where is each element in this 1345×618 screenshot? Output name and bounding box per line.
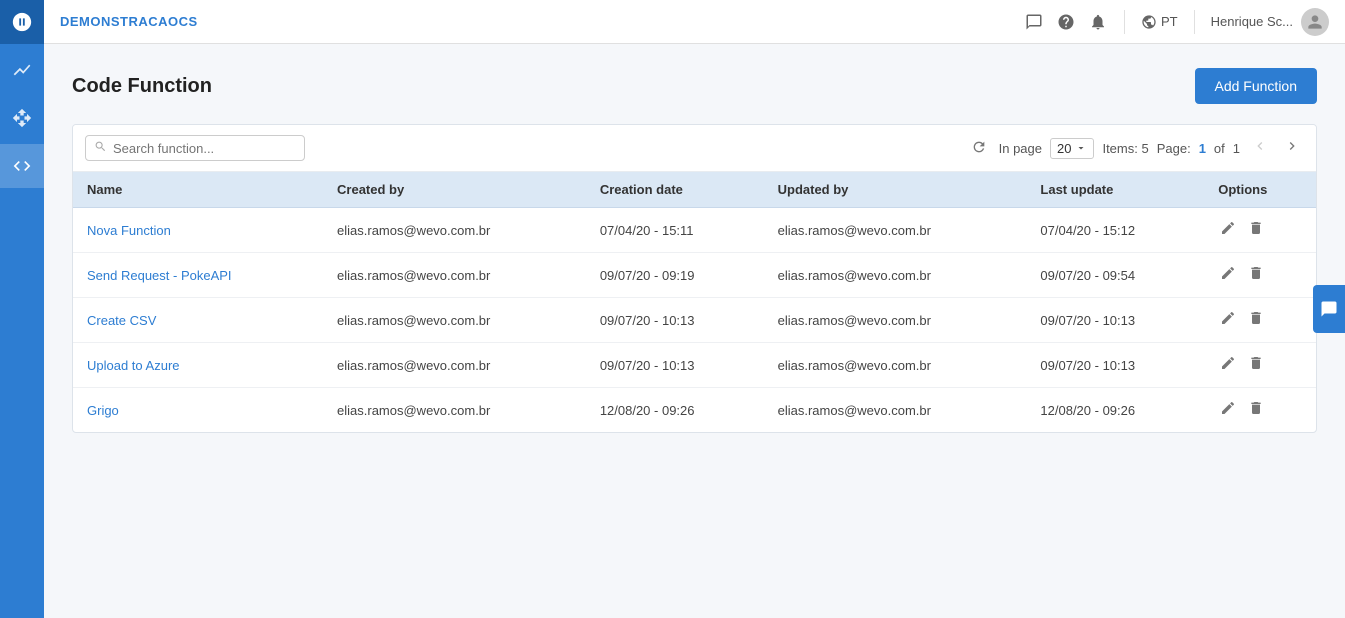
col-updated-by: Updated by — [764, 172, 1027, 208]
content: Code Function Add Function — [44, 44, 1345, 618]
total-pages: 1 — [1233, 141, 1240, 156]
add-function-button[interactable]: Add Function — [1195, 68, 1318, 104]
table-body: Nova Functionelias.ramos@wevo.com.br07/0… — [73, 208, 1316, 433]
cell-name[interactable]: Upload to Azure — [73, 343, 323, 388]
col-created-by: Created by — [323, 172, 586, 208]
cell-created-by: elias.ramos@wevo.com.br — [323, 253, 586, 298]
delete-button[interactable] — [1246, 353, 1266, 377]
topbar: DEMONSTRACAOCS — [44, 0, 1345, 44]
table-row: Nova Functionelias.ramos@wevo.com.br07/0… — [73, 208, 1316, 253]
cell-created-by: elias.ramos@wevo.com.br — [323, 343, 586, 388]
help-icon[interactable] — [1056, 12, 1076, 32]
sidebar-item-code[interactable] — [0, 144, 44, 188]
page-title: Code Function — [72, 75, 212, 98]
chat-icon[interactable] — [1024, 12, 1044, 32]
next-page-button[interactable] — [1280, 136, 1304, 161]
search-input-wrap — [85, 135, 305, 161]
table-header: Name Created by Creation date Updated by… — [73, 172, 1316, 208]
per-page-value: 20 — [1057, 141, 1071, 156]
sidebar-item-analytics[interactable] — [0, 48, 44, 92]
topbar-language[interactable]: PT — [1141, 14, 1178, 30]
cell-created-by: elias.ramos@wevo.com.br — [323, 298, 586, 343]
cell-creation-date: 12/08/20 - 09:26 — [586, 388, 764, 433]
cell-name[interactable]: Grigo — [73, 388, 323, 433]
table-row: Grigoelias.ramos@wevo.com.br12/08/20 - 0… — [73, 388, 1316, 433]
per-page-select[interactable]: 20 — [1050, 138, 1094, 159]
table-row: Send Request - PokeAPIelias.ramos@wevo.c… — [73, 253, 1316, 298]
cell-creation-date: 09/07/20 - 10:13 — [586, 298, 764, 343]
cell-last-update: 09/07/20 - 09:54 — [1026, 253, 1204, 298]
cell-updated-by: elias.ramos@wevo.com.br — [764, 298, 1027, 343]
main-area: DEMONSTRACAOCS — [44, 0, 1345, 618]
bell-icon[interactable] — [1088, 12, 1108, 32]
cell-updated-by: elias.ramos@wevo.com.br — [764, 343, 1027, 388]
cell-last-update: 07/04/20 - 15:12 — [1026, 208, 1204, 253]
chat-button[interactable] — [1313, 285, 1345, 333]
cell-creation-date: 09/07/20 - 10:13 — [586, 343, 764, 388]
sidebar-logo[interactable] — [0, 0, 44, 44]
cell-created-by: elias.ramos@wevo.com.br — [323, 208, 586, 253]
search-icon — [94, 140, 107, 156]
edit-button[interactable] — [1218, 398, 1238, 422]
sidebar — [0, 0, 44, 618]
functions-table: Name Created by Creation date Updated by… — [73, 172, 1316, 432]
cell-last-update: 09/07/20 - 10:13 — [1026, 343, 1204, 388]
sidebar-item-flows[interactable] — [0, 96, 44, 140]
prev-page-button[interactable] — [1248, 136, 1272, 161]
cell-options — [1204, 253, 1316, 298]
search-input[interactable] — [113, 141, 296, 156]
cell-last-update: 12/08/20 - 09:26 — [1026, 388, 1204, 433]
cell-options — [1204, 298, 1316, 343]
edit-button[interactable] — [1218, 308, 1238, 332]
cell-options — [1204, 208, 1316, 253]
topbar-user[interactable]: Henrique Sc... — [1211, 8, 1329, 36]
topbar-brand: DEMONSTRACAOCS — [60, 14, 198, 29]
topbar-divider — [1124, 10, 1125, 34]
edit-button[interactable] — [1218, 263, 1238, 287]
edit-button[interactable] — [1218, 353, 1238, 377]
cell-last-update: 09/07/20 - 10:13 — [1026, 298, 1204, 343]
delete-button[interactable] — [1246, 263, 1266, 287]
cell-creation-date: 07/04/20 - 15:11 — [586, 208, 764, 253]
topbar-divider2 — [1194, 10, 1195, 34]
cell-name[interactable]: Create CSV — [73, 298, 323, 343]
items-label: Items: 5 — [1102, 141, 1148, 156]
col-creation-date: Creation date — [586, 172, 764, 208]
edit-button[interactable] — [1218, 218, 1238, 242]
cell-name[interactable]: Send Request - PokeAPI — [73, 253, 323, 298]
cell-created-by: elias.ramos@wevo.com.br — [323, 388, 586, 433]
topbar-icons: PT Henrique Sc... — [1024, 8, 1329, 36]
refresh-button[interactable] — [967, 137, 991, 160]
delete-button[interactable] — [1246, 218, 1266, 242]
topbar-username: Henrique Sc... — [1211, 14, 1293, 29]
delete-button[interactable] — [1246, 308, 1266, 332]
current-page: 1 — [1199, 141, 1206, 156]
table-toolbar: In page 20 Items: 5 Page: 1 of 1 — [73, 125, 1316, 172]
cell-updated-by: elias.ramos@wevo.com.br — [764, 253, 1027, 298]
cell-updated-by: elias.ramos@wevo.com.br — [764, 208, 1027, 253]
of-label: of — [1214, 141, 1225, 156]
cell-updated-by: elias.ramos@wevo.com.br — [764, 388, 1027, 433]
col-options: Options — [1204, 172, 1316, 208]
cell-name[interactable]: Nova Function — [73, 208, 323, 253]
page-label: Page: — [1157, 141, 1191, 156]
cell-options — [1204, 343, 1316, 388]
col-name: Name — [73, 172, 323, 208]
cell-creation-date: 09/07/20 - 09:19 — [586, 253, 764, 298]
topbar-lang-label: PT — [1161, 14, 1178, 29]
page-header: Code Function Add Function — [72, 68, 1317, 104]
table-container: In page 20 Items: 5 Page: 1 of 1 — [72, 124, 1317, 433]
col-last-update: Last update — [1026, 172, 1204, 208]
table-row: Create CSVelias.ramos@wevo.com.br09/07/2… — [73, 298, 1316, 343]
delete-button[interactable] — [1246, 398, 1266, 422]
toolbar-controls: In page 20 Items: 5 Page: 1 of 1 — [967, 136, 1304, 161]
table-row: Upload to Azureelias.ramos@wevo.com.br09… — [73, 343, 1316, 388]
avatar — [1301, 8, 1329, 36]
cell-options — [1204, 388, 1316, 433]
in-page-label: In page — [999, 141, 1042, 156]
